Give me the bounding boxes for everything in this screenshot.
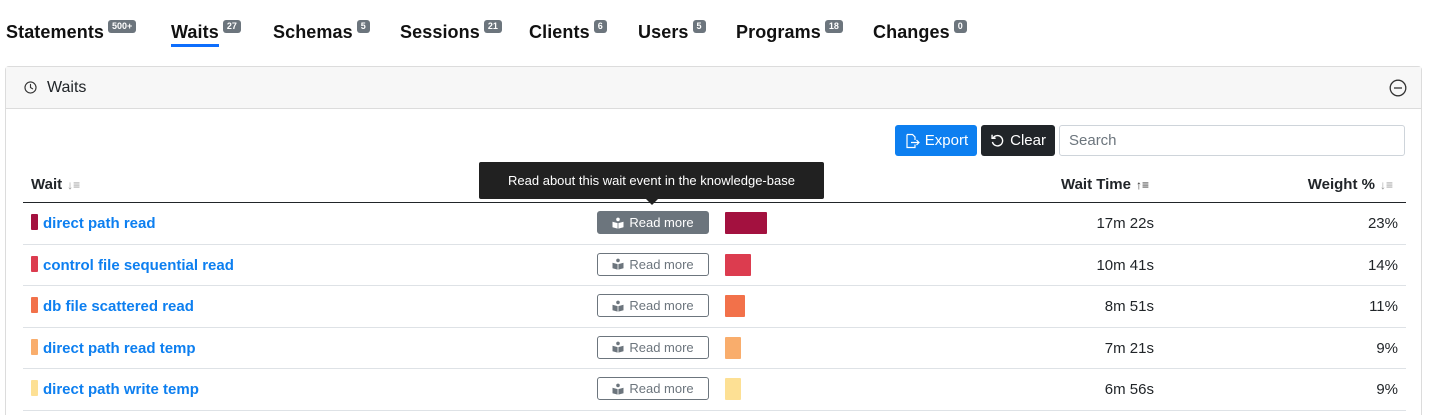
column-label: Wait [31, 176, 63, 193]
book-icon [612, 258, 624, 270]
export-button[interactable]: Export [894, 125, 978, 156]
column-header-weight[interactable]: Weight % ↓≡ [1308, 176, 1393, 193]
column-label: Wait Time [1060, 176, 1131, 193]
read-more-button[interactable]: Read more [597, 211, 709, 234]
clock-icon [24, 81, 37, 94]
weight-value: 9% [1376, 339, 1398, 357]
tab-changes[interactable]: Changes 0 [873, 20, 967, 44]
sort-asc-icon: ↑≡ [1135, 177, 1149, 192]
tab-sessions[interactable]: Sessions 21 [400, 20, 502, 44]
weight-bar [725, 212, 767, 234]
tab-programs[interactable]: Programs 18 [736, 20, 843, 44]
count-badge: 500+ [108, 20, 137, 33]
table-toolbar: Export Clear [894, 125, 1405, 156]
wait-event-link[interactable]: direct path write temp [43, 381, 199, 398]
count-badge: 5 [692, 20, 706, 33]
undo-icon [991, 134, 1004, 147]
book-icon [612, 300, 624, 312]
wait-color-marker [31, 214, 38, 230]
tab-waits[interactable]: Waits 27 [171, 20, 241, 47]
wait-color-marker [31, 338, 38, 355]
tooltip: Read about this wait event in the knowle… [479, 162, 824, 199]
tab-clients[interactable]: Clients 6 [529, 20, 607, 44]
book-icon [612, 217, 624, 229]
count-badge: 0 [953, 20, 967, 33]
wait-time-value: 7m 21s [1104, 339, 1154, 357]
wait-time-value: 8m 51s [1104, 298, 1154, 315]
wait-event-link[interactable]: direct path read temp [43, 340, 196, 357]
export-icon [906, 133, 920, 148]
tab-bar: Statements 500+ Waits 27 Schemas 5 Sessi… [0, 0, 1429, 60]
count-badge: 27 [222, 20, 241, 33]
column-header-wait[interactable]: Wait ↓≡ [31, 176, 80, 193]
read-more-button[interactable]: Read more [597, 294, 709, 317]
minus-circle-icon[interactable] [1389, 79, 1407, 97]
weight-bar [725, 253, 751, 276]
read-more-label: Read more [629, 215, 694, 230]
table-row: db file scattered read Read more 8m 51s 11% [23, 286, 1406, 328]
weight-value: 14% [1367, 256, 1398, 274]
weight-bar [725, 336, 741, 359]
wait-event-link[interactable]: db file scattered read [43, 298, 194, 315]
book-icon [612, 341, 624, 353]
count-badge: 21 [483, 20, 502, 33]
card-header: Waits [6, 67, 1421, 109]
sort-icon: ↓≡ [1379, 177, 1393, 192]
sort-icon: ↓≡ [67, 177, 81, 192]
clear-label: Clear [1010, 132, 1046, 149]
wait-time-value: 6m 56s [1104, 381, 1154, 398]
tab-label: Changes [873, 22, 950, 42]
read-more-button[interactable]: Read more [597, 335, 709, 359]
wait-color-marker [31, 297, 38, 313]
tab-users[interactable]: Users 5 [638, 20, 706, 44]
tab-label: Clients [529, 22, 590, 42]
tooltip-arrow [646, 199, 658, 205]
waits-card: Waits Export Clear Wait [5, 66, 1422, 415]
weight-value: 23% [1367, 215, 1398, 232]
tab-statements[interactable]: Statements 500+ [6, 20, 137, 44]
book-icon [612, 383, 624, 395]
read-more-label: Read more [629, 381, 694, 396]
tab-label: Users [638, 22, 689, 42]
card-title: Waits [47, 78, 87, 96]
search-input[interactable] [1059, 125, 1405, 156]
weight-bar [725, 378, 741, 400]
table-body: direct path read Read more 17m 22s 23% contr… [23, 203, 1406, 411]
read-more-button[interactable]: Read more [597, 377, 709, 400]
tab-label: Schemas [273, 22, 353, 42]
wait-time-value: 10m 41s [1096, 256, 1154, 274]
read-more-label: Read more [629, 339, 694, 355]
tab-schemas[interactable]: Schemas 5 [273, 20, 370, 44]
wait-event-link[interactable]: control file sequential read [43, 257, 234, 274]
weight-value: 11% [1369, 298, 1398, 315]
count-badge: 5 [356, 20, 370, 33]
export-label: Export [924, 132, 969, 149]
column-label: Weight % [1307, 176, 1375, 193]
table-row: control file sequential read Read more 10m… [23, 245, 1406, 286]
count-badge: 6 [593, 20, 607, 33]
wait-color-marker [31, 255, 38, 272]
count-badge: 18 [824, 20, 843, 33]
table-row: direct path read temp Read more 7m 21s 9% [23, 328, 1406, 369]
column-header-wait-time[interactable]: Wait Time ↑≡ [1061, 176, 1149, 193]
read-more-button[interactable]: Read more [597, 252, 709, 276]
table-row: direct path read Read more 17m 22s 23% [23, 203, 1406, 245]
wait-time-value: 17m 22s [1096, 215, 1154, 232]
clear-button[interactable]: Clear [981, 125, 1055, 156]
tab-label: Statements [6, 22, 105, 42]
weight-value: 9% [1376, 381, 1398, 398]
waits-table: Wait ↓≡ Wait Time ↑≡ Weight % ↓≡ direct … [23, 167, 1406, 411]
weight-bar [725, 295, 745, 317]
read-more-label: Read more [629, 298, 694, 313]
wait-color-marker [31, 380, 38, 396]
table-row: direct path write temp Read more 6m 56s 9% [23, 369, 1406, 411]
wait-event-link[interactable]: direct path read [43, 215, 156, 232]
tab-label: Waits [171, 20, 219, 47]
tab-label: Sessions [400, 22, 480, 42]
tab-label: Programs [736, 22, 821, 42]
read-more-label: Read more [629, 256, 694, 272]
